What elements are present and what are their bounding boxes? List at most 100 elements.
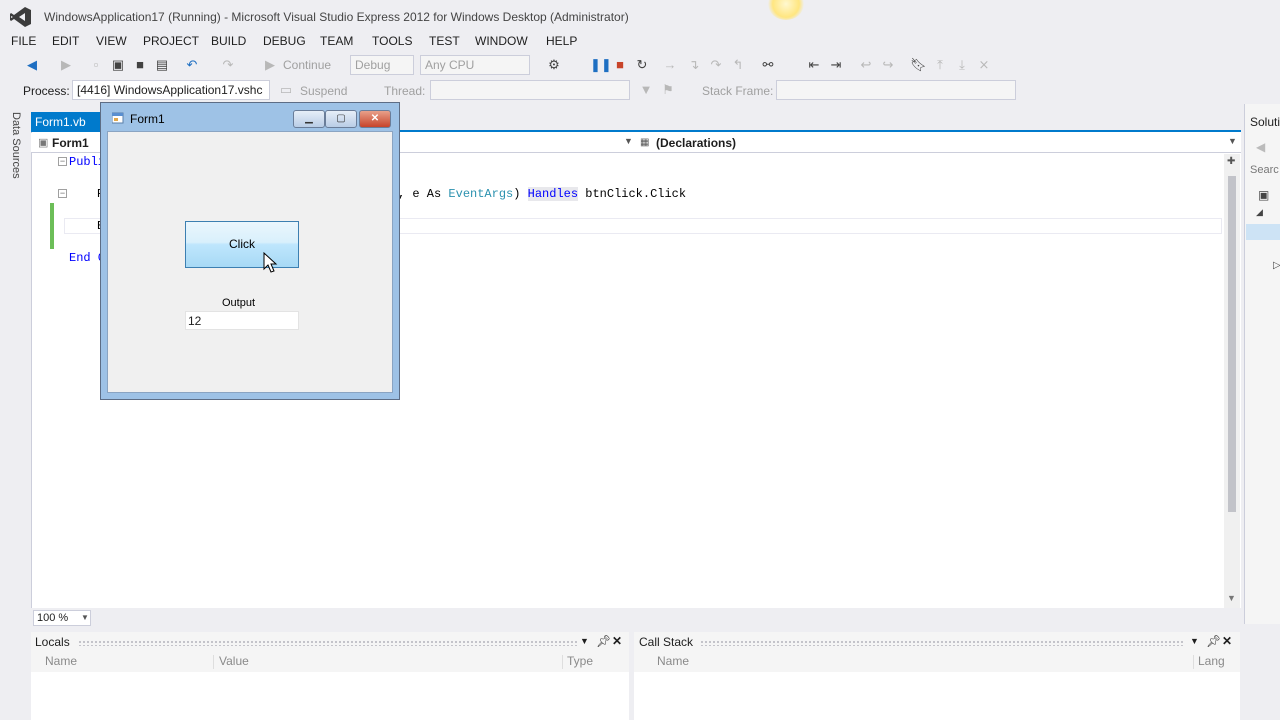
call-stack-column-name[interactable]: Name bbox=[657, 654, 689, 670]
chevron-down-icon[interactable]: ▼ bbox=[624, 136, 633, 146]
attach-process-icon[interactable]: ⚙ bbox=[546, 57, 562, 73]
solution-explorer-panel bbox=[1244, 104, 1280, 624]
solution-configuration-combo[interactable]: Debug bbox=[350, 55, 414, 75]
menu-test[interactable]: TEST bbox=[429, 34, 460, 48]
expand-triangle-icon[interactable]: ◢ bbox=[1256, 207, 1263, 218]
locals-column-value[interactable]: Value bbox=[219, 654, 249, 670]
chevron-down-icon[interactable]: ▼ bbox=[81, 613, 89, 622]
output-textbox[interactable]: 12 bbox=[185, 311, 299, 330]
forward-icon[interactable]: ▶ bbox=[58, 57, 74, 73]
step-over-icon[interactable]: ↷ bbox=[708, 57, 724, 73]
scrollbar-thumb[interactable] bbox=[1228, 176, 1236, 512]
show-next-statement-icon[interactable]: → bbox=[662, 57, 678, 73]
close-icon[interactable]: ✕ bbox=[1222, 634, 1232, 648]
process-combo[interactable]: [4416] WindowsApplication17.vshc bbox=[72, 80, 270, 100]
thread-combo[interactable] bbox=[430, 80, 630, 100]
standard-toolbar: ◀ ▶ ▫ ▣ ■ ▤ ↶ ↷ ▶ Continue Debug Any CPU… bbox=[0, 54, 1280, 78]
break-all-icon[interactable]: ❚❚ bbox=[590, 57, 612, 73]
call-stack-column-language[interactable]: Lang bbox=[1198, 654, 1225, 670]
document-tab-form1-vb[interactable]: Form1.vb bbox=[31, 112, 111, 132]
member-selector[interactable]: (Declarations) bbox=[656, 136, 736, 150]
locals-column-type[interactable]: Type bbox=[567, 654, 593, 670]
suspend-button[interactable]: Suspend bbox=[300, 84, 347, 98]
redo-icon[interactable]: ↷ bbox=[220, 57, 236, 73]
menu-build[interactable]: BUILD bbox=[211, 34, 246, 48]
solution-platform-combo[interactable]: Any CPU bbox=[420, 55, 530, 75]
bookmark-icon[interactable]: 🔖︎ bbox=[910, 57, 927, 73]
call-stack-grid[interactable] bbox=[634, 672, 1240, 720]
next-bookmark-icon[interactable]: ⤓ bbox=[954, 57, 970, 73]
step-out-icon[interactable]: ↰ bbox=[730, 57, 746, 73]
save-all-icon[interactable]: ▤ bbox=[154, 57, 170, 73]
menu-window[interactable]: WINDOW bbox=[475, 34, 528, 48]
panel-grip[interactable] bbox=[700, 640, 1184, 646]
menu-debug[interactable]: DEBUG bbox=[263, 34, 306, 48]
declarations-icon: ▦ bbox=[640, 137, 650, 148]
locals-grid[interactable] bbox=[31, 672, 629, 720]
change-tracking-margin bbox=[50, 203, 54, 249]
hex-display-icon[interactable]: ⚯ bbox=[760, 57, 776, 73]
indent-icon[interactable]: ↩ bbox=[858, 57, 874, 73]
debug-location-toolbar: Process: [4416] WindowsApplication17.vsh… bbox=[0, 80, 1280, 102]
start-icon[interactable]: ▶ bbox=[262, 57, 278, 73]
stop-icon[interactable]: ■ bbox=[612, 57, 628, 73]
new-project-icon[interactable]: ▫ bbox=[88, 57, 104, 73]
chevron-down-icon[interactable]: ▼ bbox=[1228, 136, 1237, 146]
pin-icon[interactable]: 📌︎ bbox=[1206, 634, 1221, 648]
column-divider[interactable] bbox=[562, 655, 563, 669]
data-sources-tab[interactable]: Data Sources bbox=[10, 112, 22, 179]
selected-tree-item[interactable] bbox=[1246, 224, 1280, 240]
outdent-icon[interactable]: ↪ bbox=[880, 57, 896, 73]
stack-frame-combo[interactable] bbox=[776, 80, 1016, 100]
panel-grip[interactable] bbox=[78, 640, 578, 646]
restart-icon[interactable]: ↻ bbox=[634, 57, 650, 73]
chevron-down-icon[interactable]: ▼ bbox=[1190, 636, 1199, 646]
collapse-icon[interactable]: − bbox=[58, 157, 67, 166]
process-label: Process: bbox=[23, 84, 70, 98]
maximize-button[interactable]: ▢ bbox=[325, 110, 357, 128]
locals-title: Locals bbox=[35, 635, 70, 649]
pin-icon[interactable]: 📌︎ bbox=[596, 634, 611, 648]
previous-bookmark-icon[interactable]: ⤒ bbox=[932, 57, 948, 73]
save-icon[interactable]: ■ bbox=[132, 57, 148, 73]
menu-edit[interactable]: EDIT bbox=[52, 34, 79, 48]
code-line-2: , e As EventArgs) Handles btnClick.Click bbox=[398, 187, 687, 201]
collapsed-triangle-icon[interactable]: ▷ bbox=[1273, 260, 1280, 271]
solution-explorer-title: Soluti bbox=[1250, 115, 1280, 129]
suspend-icon[interactable]: ▭ bbox=[278, 82, 294, 98]
menu-project[interactable]: PROJECT bbox=[143, 34, 199, 48]
column-divider[interactable] bbox=[1193, 655, 1194, 669]
menu-tools[interactable]: TOOLS bbox=[372, 34, 412, 48]
locals-column-name[interactable]: Name bbox=[45, 654, 77, 670]
back-icon[interactable]: ◀ bbox=[1256, 140, 1265, 154]
close-window-button[interactable]: ✕ bbox=[359, 110, 391, 128]
btn-click[interactable]: Click bbox=[185, 221, 299, 268]
clear-bookmarks-icon[interactable]: ⨯ bbox=[976, 57, 992, 73]
uncomment-icon[interactable]: ⇥ bbox=[828, 57, 844, 73]
continue-button[interactable]: Continue bbox=[283, 58, 331, 72]
undo-icon[interactable]: ↶ bbox=[184, 57, 200, 73]
close-icon[interactable]: ✕ bbox=[612, 634, 622, 648]
solution-icon: ▣ bbox=[1258, 188, 1270, 202]
visual-studio-logo-icon bbox=[10, 7, 31, 27]
close-icon: ✕ bbox=[370, 113, 380, 124]
solution-explorer-search[interactable]: Searc bbox=[1250, 164, 1279, 176]
menu-help[interactable]: HELP bbox=[546, 34, 577, 48]
back-icon[interactable]: ◀ bbox=[24, 57, 40, 73]
split-icon[interactable]: ✚ bbox=[1227, 156, 1235, 167]
menu-file[interactable]: FILE bbox=[11, 34, 36, 48]
column-divider[interactable] bbox=[213, 655, 214, 669]
chevron-down-icon[interactable]: ▼ bbox=[1227, 593, 1236, 603]
chevron-down-icon[interactable]: ▼ bbox=[580, 636, 589, 646]
menu-view[interactable]: VIEW bbox=[96, 34, 127, 48]
flag-icon[interactable]: ⚑ bbox=[660, 82, 676, 98]
form-app-icon bbox=[112, 112, 124, 124]
open-icon[interactable]: ▣ bbox=[110, 57, 126, 73]
comment-icon[interactable]: ⇤ bbox=[806, 57, 822, 73]
menu-team[interactable]: TEAM bbox=[320, 34, 353, 48]
filter-icon[interactable]: ▼ bbox=[638, 82, 654, 98]
minimize-button[interactable]: ▁ bbox=[293, 110, 325, 128]
class-selector[interactable]: Form1 bbox=[52, 136, 89, 150]
collapse-icon[interactable]: − bbox=[58, 189, 67, 198]
step-into-icon[interactable]: ↴ bbox=[686, 57, 702, 73]
